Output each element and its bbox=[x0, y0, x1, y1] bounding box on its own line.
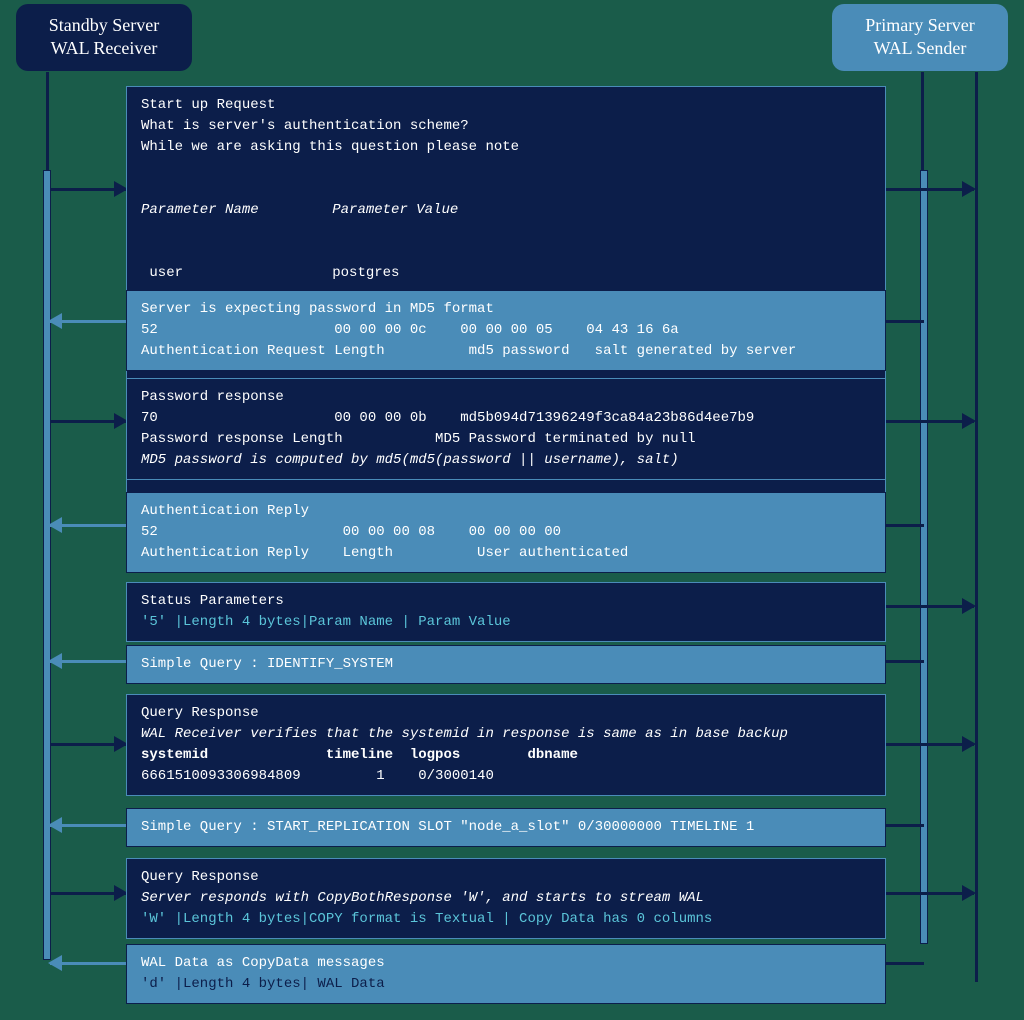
arrow-right-icon bbox=[50, 188, 126, 191]
msg-line: 'W' |Length 4 bytes|COPY format is Textu… bbox=[141, 909, 871, 930]
arrow-right-icon bbox=[886, 188, 974, 191]
msg-line: WAL Receiver verifies that the systemid … bbox=[141, 724, 871, 745]
param-value: postgres bbox=[332, 263, 836, 284]
msg-query-response-2: Query Response Server responds with Copy… bbox=[126, 858, 886, 939]
msg-line: MD5 password is computed by md5(md5(pass… bbox=[141, 450, 871, 471]
msg-line: Simple Query : START_REPLICATION SLOT "n… bbox=[141, 817, 871, 838]
msg-wal-data: WAL Data as CopyData messages 'd' |Lengt… bbox=[126, 944, 886, 1004]
arrow-left-icon bbox=[50, 524, 126, 527]
msg-line: What is server's authentication scheme? bbox=[141, 116, 871, 137]
msg-line: 52 00 00 00 08 00 00 00 00 bbox=[141, 522, 871, 543]
msg-line: 52 00 00 00 0c 00 00 00 05 04 43 16 6a bbox=[141, 320, 871, 341]
standby-server-header: Standby Server WAL Receiver bbox=[16, 4, 192, 71]
activation-right bbox=[920, 170, 928, 944]
msg-line: While we are asking this question please… bbox=[141, 137, 871, 158]
msg-start-replication: Simple Query : START_REPLICATION SLOT "n… bbox=[126, 808, 886, 847]
msg-line: Password response Length MD5 Password te… bbox=[141, 429, 871, 450]
msg-auth-reply: Authentication Reply 52 00 00 00 08 00 0… bbox=[126, 492, 886, 573]
arrow-left-icon bbox=[50, 824, 126, 827]
primary-server-header: Primary Server WAL Sender bbox=[832, 4, 1008, 71]
msg-line: systemid timeline logpos dbname bbox=[141, 745, 871, 766]
param-name-header: Parameter Name bbox=[141, 200, 292, 221]
header-line: Primary Server bbox=[852, 14, 988, 37]
msg-status-params: Status Parameters '5' |Length 4 bytes|Pa… bbox=[126, 582, 886, 642]
msg-line: Authentication Request Length md5 passwo… bbox=[141, 341, 871, 362]
msg-line: 'd' |Length 4 bytes| WAL Data bbox=[141, 974, 871, 995]
header-line: Standby Server bbox=[36, 14, 172, 37]
arrow-right-icon bbox=[886, 605, 974, 608]
msg-line: 70 00 00 00 0b md5b094d71396249f3ca84a23… bbox=[141, 408, 871, 429]
arrow-line bbox=[886, 524, 924, 527]
msg-identify-system: Simple Query : IDENTIFY_SYSTEM bbox=[126, 645, 886, 684]
msg-line: WAL Data as CopyData messages bbox=[141, 953, 871, 974]
arrow-right-icon bbox=[886, 743, 974, 746]
msg-line: Simple Query : IDENTIFY_SYSTEM bbox=[141, 654, 871, 675]
arrow-line bbox=[886, 962, 924, 965]
msg-line: Authentication Reply Length User authent… bbox=[141, 543, 871, 564]
arrow-left-icon bbox=[50, 962, 126, 965]
arrow-left-icon bbox=[50, 320, 126, 323]
param-name: user bbox=[141, 263, 292, 284]
msg-line: Status Parameters bbox=[141, 591, 871, 612]
msg-line: Query Response bbox=[141, 703, 871, 724]
activation-left bbox=[43, 170, 51, 960]
arrow-right-icon bbox=[50, 743, 126, 746]
msg-password-response: Password response 70 00 00 00 0b md5b094… bbox=[126, 378, 886, 480]
arrow-right-icon bbox=[50, 420, 126, 423]
msg-line: Authentication Reply bbox=[141, 501, 871, 522]
msg-line: Query Response bbox=[141, 867, 871, 888]
arrow-line bbox=[886, 320, 924, 323]
msg-line: Start up Request bbox=[141, 95, 871, 116]
msg-md5-expect: Server is expecting password in MD5 form… bbox=[126, 290, 886, 371]
header-line: WAL Receiver bbox=[36, 37, 172, 60]
arrow-left-icon bbox=[50, 660, 126, 663]
arrow-line bbox=[886, 824, 924, 827]
msg-line: 6661510093306984809 1 0/3000140 bbox=[141, 766, 871, 787]
msg-query-response-1: Query Response WAL Receiver verifies tha… bbox=[126, 694, 886, 796]
msg-line: Server is expecting password in MD5 form… bbox=[141, 299, 871, 320]
msg-line: Server responds with CopyBothResponse 'W… bbox=[141, 888, 871, 909]
arrow-right-icon bbox=[50, 892, 126, 895]
header-line: WAL Sender bbox=[852, 37, 988, 60]
arrow-right-icon bbox=[886, 892, 974, 895]
msg-line: '5' |Length 4 bytes|Param Name | Param V… bbox=[141, 612, 871, 633]
arrow-right-icon bbox=[886, 420, 974, 423]
arrow-line bbox=[886, 660, 924, 663]
lifeline-right bbox=[975, 72, 978, 982]
msg-line: Password response bbox=[141, 387, 871, 408]
param-value-header: Parameter Value bbox=[332, 200, 836, 221]
